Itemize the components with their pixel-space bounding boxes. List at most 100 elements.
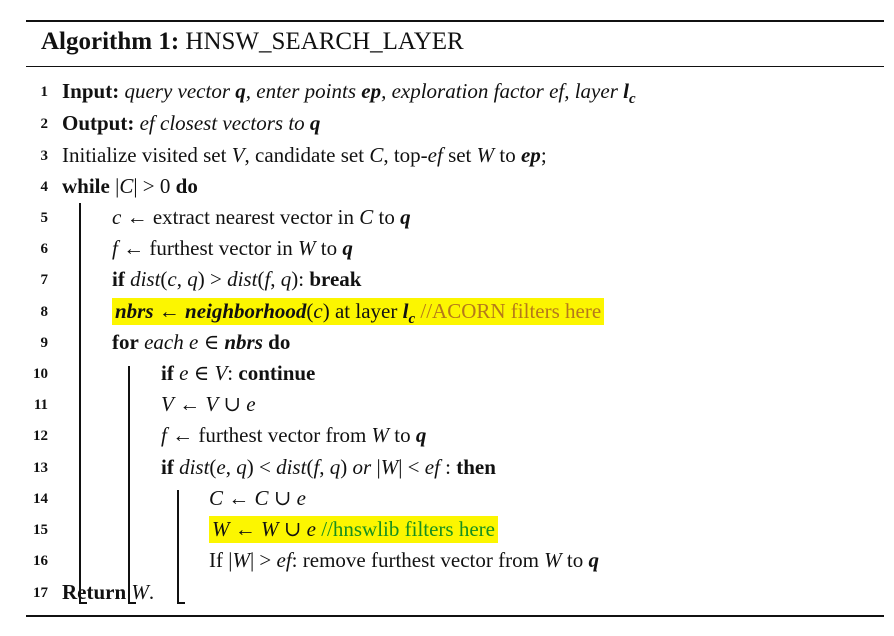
algorithm-line: 4 while |C| > 0 do — [26, 171, 884, 201]
keyword: if — [112, 267, 125, 291]
math-symbol: C — [369, 143, 384, 167]
math-symbol: ef — [139, 111, 155, 135]
line-code: if dist(c, q) > dist(f, q): break — [112, 264, 361, 294]
top-rule — [26, 20, 884, 22]
text: ∪ — [278, 517, 307, 541]
line-code: V ← V ∪ e — [161, 389, 256, 419]
algorithm-line: 13 if dist(e, q) < dist(f, q) or |W| < ef… — [26, 452, 884, 482]
math-symbol: q — [329, 455, 341, 479]
text: set — [442, 143, 477, 167]
math-symbol: W — [232, 548, 250, 572]
line-code: f ← furthest vector in W to q — [112, 233, 353, 263]
algorithm-line: 15 W ← W ∪ e //hnswlib filters here — [26, 514, 884, 544]
keyword: Output: — [62, 111, 135, 135]
algorithm-line: 17 Return W. — [26, 577, 884, 607]
math-symbol: W — [131, 580, 149, 604]
text: | — [109, 174, 120, 198]
math-symbol: neighborhood — [185, 299, 307, 323]
text: to — [315, 236, 343, 260]
math-symbol: e — [246, 392, 256, 416]
text: , candidate set — [244, 143, 370, 167]
algorithm-line: 8 nbrs ← neighborhood(c) at layer lc //AC… — [26, 296, 884, 327]
line-number: 3 — [40, 148, 49, 164]
line-code: Output: ef closest vectors to q — [62, 108, 320, 138]
math-symbol: C — [359, 205, 374, 229]
math-symbol: W — [298, 236, 316, 260]
indent-tick-if — [177, 602, 185, 604]
line-number: 4 — [40, 179, 49, 195]
text: | — [371, 455, 381, 479]
line-number: 5 — [40, 210, 49, 226]
indent-bar-if — [177, 490, 179, 604]
math-symbol: nbrs — [115, 299, 154, 323]
math-symbol: q — [280, 267, 292, 291]
keyword: for — [112, 330, 139, 354]
math-symbol: ep — [361, 79, 382, 103]
text: . — [148, 580, 155, 604]
math-symbol: ef — [549, 79, 565, 103]
line-code: Return W. — [62, 577, 154, 607]
math-symbol: , enter points — [245, 79, 362, 103]
text: , — [270, 267, 281, 291]
algorithm-line: 10 if e ∈ V: continue — [26, 358, 884, 388]
math-symbol: closest vectors to — [154, 111, 310, 135]
line-number: 17 — [33, 585, 48, 601]
math-symbol: W — [371, 423, 390, 447]
math-symbol: q — [309, 111, 321, 135]
algorithm-line: 2 Output: ef closest vectors to q — [26, 108, 884, 138]
math-symbol: query vector — [124, 79, 236, 103]
text: ← — [173, 392, 206, 416]
keyword: if — [161, 361, 174, 385]
bottom-rule — [26, 615, 884, 617]
algorithm-line: 6 f ← furthest vector in W to q — [26, 233, 884, 263]
algorithm-line: 12 f ← furthest vector from W to q — [26, 420, 884, 450]
keyword: break — [309, 267, 362, 291]
math-symbol: dist — [227, 267, 258, 291]
line-code: for each e ∈ nbrs do — [112, 327, 290, 357]
line-number: 11 — [33, 397, 48, 413]
line-number: 10 — [33, 366, 48, 382]
subscript: c — [628, 91, 636, 108]
algorithm-line: 3 Initialize visited set V, candidate set… — [26, 140, 884, 170]
math-symbol: W — [544, 548, 562, 572]
math-symbol: e — [306, 517, 316, 541]
comment: //ACORN filters here — [420, 299, 602, 323]
text: , top- — [383, 143, 428, 167]
text: ← extract nearest vector in — [121, 205, 360, 229]
keyword: do — [175, 174, 198, 198]
text: If | — [209, 548, 233, 572]
line-number: 6 — [40, 241, 49, 257]
line-code: W ← W ∪ e //hnswlib filters here — [209, 514, 498, 544]
caption-rule — [26, 66, 884, 67]
line-number: 12 — [33, 428, 48, 444]
algorithm-name: HNSW_SEARCH_LAYER — [185, 28, 464, 55]
text: ) — [340, 455, 353, 479]
math-symbol: dist — [130, 267, 161, 291]
text: ← — [223, 486, 255, 510]
math-symbol: c — [313, 299, 323, 323]
math-symbol: q — [415, 423, 427, 447]
math-symbol: q — [236, 455, 247, 479]
line-number: 2 — [40, 116, 49, 132]
math-symbol: c — [167, 267, 177, 291]
math-symbol: , layer — [564, 79, 624, 103]
math-symbol: e — [216, 455, 226, 479]
math-symbol: nbrs — [224, 330, 263, 354]
text: ← — [229, 517, 261, 541]
keyword: Return — [62, 580, 127, 604]
text: : remove furthest vector from — [291, 548, 545, 572]
line-code: C ← C ∪ e — [209, 483, 306, 513]
indent-bar-for — [128, 366, 130, 603]
text: , — [225, 455, 237, 479]
math-symbol: e — [296, 486, 306, 510]
math-symbol: each — [144, 330, 189, 354]
line-number: 15 — [33, 522, 48, 538]
math-symbol: V — [205, 392, 219, 416]
algorithm-line: 9 for each e ∈ nbrs do — [26, 327, 884, 357]
text: to — [494, 143, 521, 167]
text: ∪ — [218, 392, 247, 416]
line-number: 1 — [40, 84, 49, 100]
text: , — [176, 267, 188, 291]
line-code: while |C| > 0 do — [62, 171, 198, 201]
text: ∈ — [188, 361, 215, 385]
